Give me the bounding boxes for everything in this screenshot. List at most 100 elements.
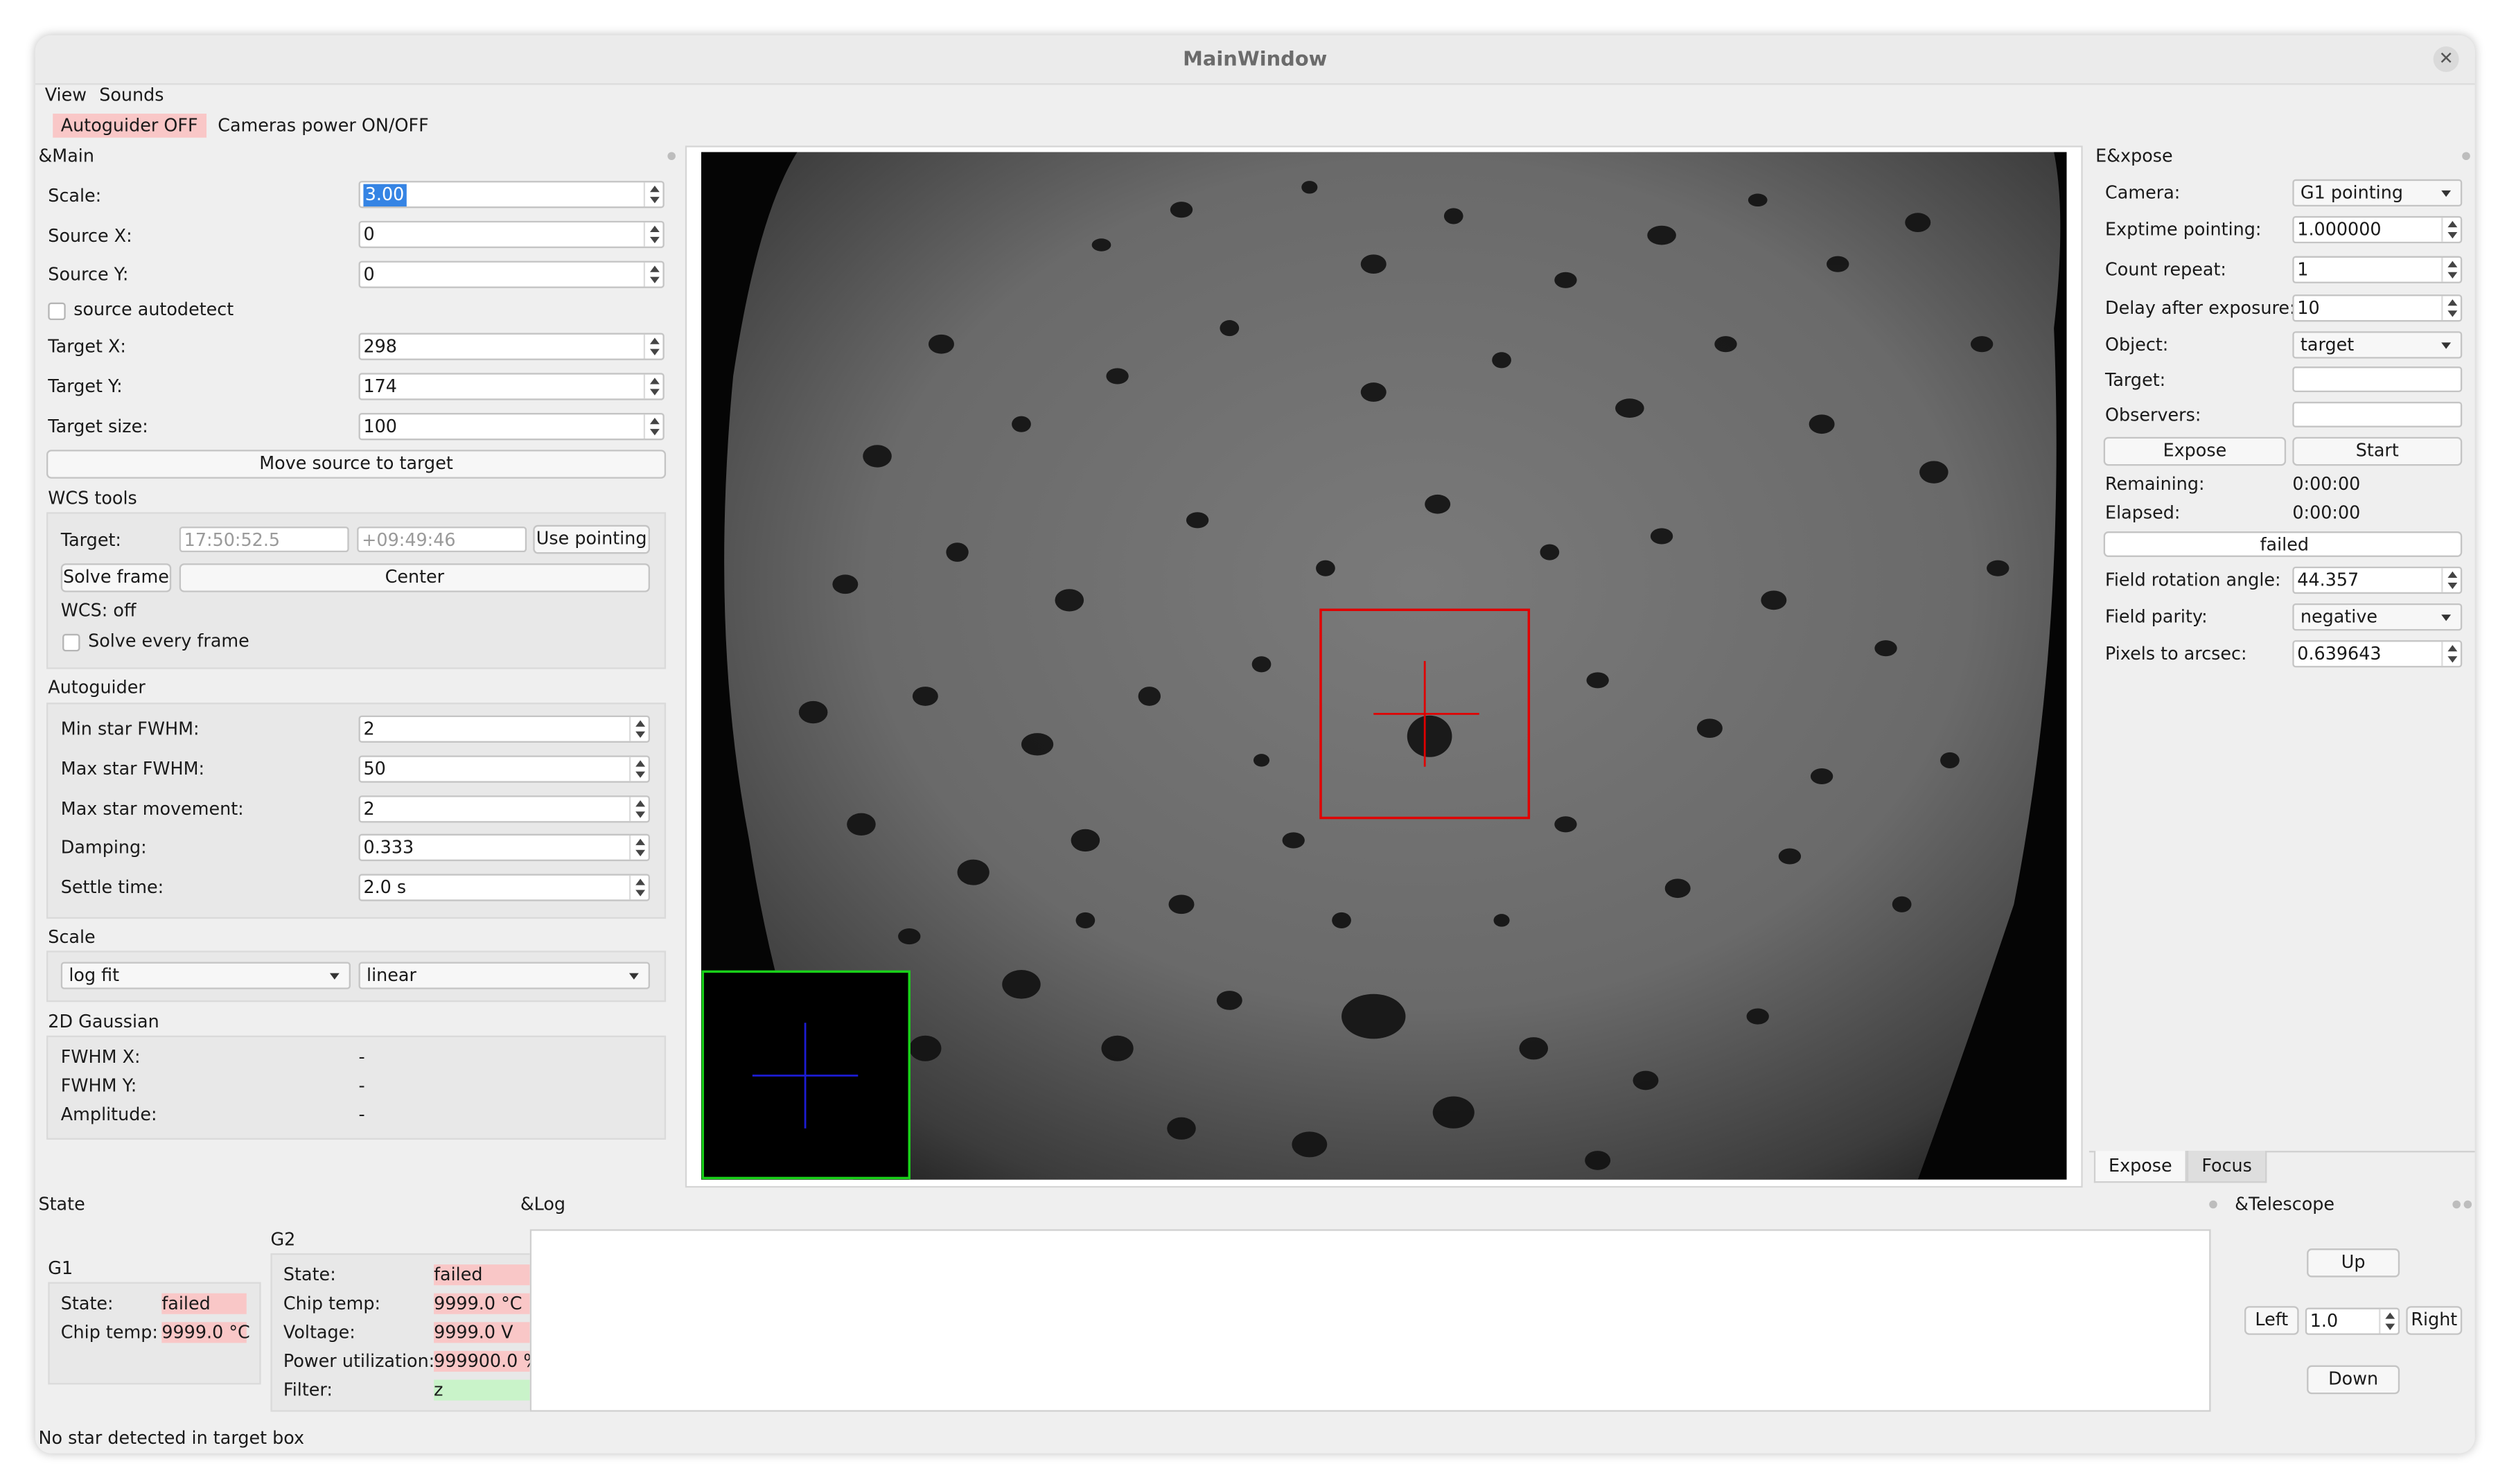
expose-button[interactable]: Expose [2103, 436, 2287, 466]
source-autodetect-label: source autodetect [73, 299, 234, 321]
wcs-ra-field[interactable]: 17:50:52.5 [179, 527, 349, 553]
max-move-spinbox[interactable]: 2 [358, 795, 650, 823]
tab-focus[interactable]: Focus [2186, 1151, 2267, 1183]
main-window: MainWindow ✕ View Sounds Autoguider OFF … [35, 35, 2475, 1454]
spin-arrows-icon[interactable] [643, 374, 663, 399]
g2-power-value: 999900.0 % [434, 1350, 530, 1372]
move-source-to-target-button[interactable]: Move source to target [46, 450, 667, 479]
observers-input[interactable] [2292, 401, 2463, 427]
telescope-down-button[interactable]: Down [2307, 1365, 2400, 1395]
camera-select[interactable]: G1 pointing [2292, 179, 2463, 207]
min-fwhm-label: Min star FWHM: [60, 718, 200, 740]
source-y-spinbox[interactable]: 0 [358, 260, 665, 288]
scale-stretch-select[interactable]: linear [358, 962, 650, 989]
dock-float-icon[interactable] [2452, 1200, 2461, 1209]
wcs-target-label: Target: [60, 529, 122, 551]
field-rotation-spinbox[interactable]: 44.357 [2292, 566, 2463, 594]
spin-arrows-icon[interactable] [2441, 296, 2461, 321]
target-x-spinbox[interactable]: 298 [358, 333, 665, 360]
settle-time-spinbox[interactable]: 2.0 s [358, 874, 650, 901]
damping-spinbox[interactable]: 0.333 [358, 833, 650, 861]
count-repeat-label: Count repeat: [2105, 259, 2227, 281]
telescope-step-value: 1.0 [2310, 1311, 2339, 1332]
telescope-left-button[interactable]: Left [2244, 1306, 2299, 1335]
dock-float-icon[interactable] [667, 152, 676, 161]
field-rotation-label: Field rotation angle: [2105, 569, 2281, 591]
sky-image[interactable] [701, 152, 2067, 1180]
exptime-spinbox[interactable]: 1.000000 [2292, 215, 2463, 244]
scale-value: 3.00 [363, 184, 406, 207]
use-pointing-button[interactable]: Use pointing [533, 524, 650, 554]
g2-filter-label: Filter: [283, 1379, 333, 1401]
telescope-up-button[interactable]: Up [2307, 1248, 2400, 1278]
g2-title: G2 [270, 1229, 296, 1251]
source-autodetect-checkbox[interactable] [48, 302, 66, 321]
telescope-step-spinbox[interactable]: 1.0 [2305, 1307, 2400, 1335]
spin-arrows-icon[interactable] [643, 334, 663, 359]
menu-sounds[interactable]: Sounds [99, 85, 164, 105]
dock-close-icon[interactable] [2463, 1200, 2472, 1209]
telescope-right-button[interactable]: Right [2406, 1306, 2463, 1335]
log-text-area[interactable] [529, 1229, 2211, 1412]
elapsed-value: 0:00:00 [2292, 502, 2361, 524]
spin-arrows-icon[interactable] [643, 262, 663, 287]
spin-arrows-icon[interactable] [628, 835, 649, 860]
target-y-spinbox[interactable]: 174 [358, 373, 665, 400]
target-size-label: Target size: [48, 416, 148, 437]
spin-arrows-icon[interactable] [628, 875, 649, 900]
min-fwhm-spinbox[interactable]: 2 [358, 715, 650, 743]
object-label: Object: [2105, 334, 2169, 355]
cameras-power-button[interactable]: Cameras power ON/OFF [218, 115, 428, 136]
state-dock-title: State [38, 1194, 85, 1215]
spin-arrows-icon[interactable] [628, 757, 649, 781]
source-x-spinbox[interactable]: 0 [358, 220, 665, 249]
center-button[interactable]: Center [179, 563, 650, 592]
remaining-label: Remaining: [2105, 473, 2205, 495]
close-icon[interactable]: ✕ [2433, 46, 2459, 72]
field-parity-label: Field parity: [2105, 606, 2208, 628]
autoguider-toggle-button[interactable]: Autoguider OFF [53, 114, 206, 138]
tab-expose[interactable]: Expose [2093, 1151, 2187, 1183]
target-size-spinbox[interactable]: 100 [358, 413, 665, 441]
max-move-value: 2 [363, 798, 375, 820]
solve-every-frame-checkbox[interactable] [62, 633, 80, 652]
delay-spinbox[interactable]: 10 [2292, 294, 2463, 322]
g2-filter-value: z [434, 1379, 530, 1401]
scale-spinbox[interactable]: 3.00 [358, 181, 665, 209]
spin-arrows-icon[interactable] [643, 182, 663, 207]
solve-frame-button[interactable]: Solve frame [60, 563, 172, 592]
target-name-input[interactable] [2292, 366, 2463, 393]
expose-dock-title: E&xpose [2095, 145, 2173, 167]
max-fwhm-spinbox[interactable]: 50 [358, 755, 650, 783]
menu-view[interactable]: View [45, 85, 87, 105]
spin-arrows-icon[interactable] [2441, 568, 2461, 592]
field-parity-value: negative [2300, 606, 2378, 628]
start-button[interactable]: Start [2292, 436, 2463, 466]
g2-voltage-value: 9999.0 V [434, 1322, 530, 1343]
dock-float-icon[interactable] [2462, 152, 2470, 161]
pixels-arcsec-spinbox[interactable]: 0.639643 [2292, 640, 2463, 668]
target-name-label: Target: [2105, 369, 2166, 391]
target-y-value: 174 [363, 376, 397, 397]
object-select[interactable]: target [2292, 331, 2463, 359]
scale-mode-select[interactable]: log fit [60, 962, 351, 989]
g1-title: G1 [48, 1257, 73, 1279]
spin-arrows-icon[interactable] [628, 797, 649, 822]
spin-arrows-icon[interactable] [643, 222, 663, 247]
spin-arrows-icon[interactable] [643, 414, 663, 439]
wcs-dec-field[interactable]: +09:49:46 [357, 527, 527, 553]
count-repeat-spinbox[interactable]: 1 [2292, 256, 2463, 283]
g2-state-value: failed [434, 1264, 530, 1286]
source-x-value: 0 [363, 224, 375, 245]
solve-every-frame-label: Solve every frame [88, 630, 249, 652]
spin-arrows-icon[interactable] [628, 717, 649, 741]
g2-power-label: Power utilization: [283, 1350, 435, 1372]
spin-arrows-icon[interactable] [2441, 642, 2461, 666]
field-parity-select[interactable]: negative [2292, 603, 2463, 631]
spin-arrows-icon[interactable] [2441, 257, 2461, 282]
spin-arrows-icon[interactable] [2379, 1309, 2398, 1334]
dock-float-icon[interactable] [2209, 1200, 2217, 1209]
window-title: MainWindow [1183, 46, 1328, 71]
object-value: target [2300, 334, 2355, 355]
spin-arrows-icon[interactable] [2441, 218, 2461, 242]
